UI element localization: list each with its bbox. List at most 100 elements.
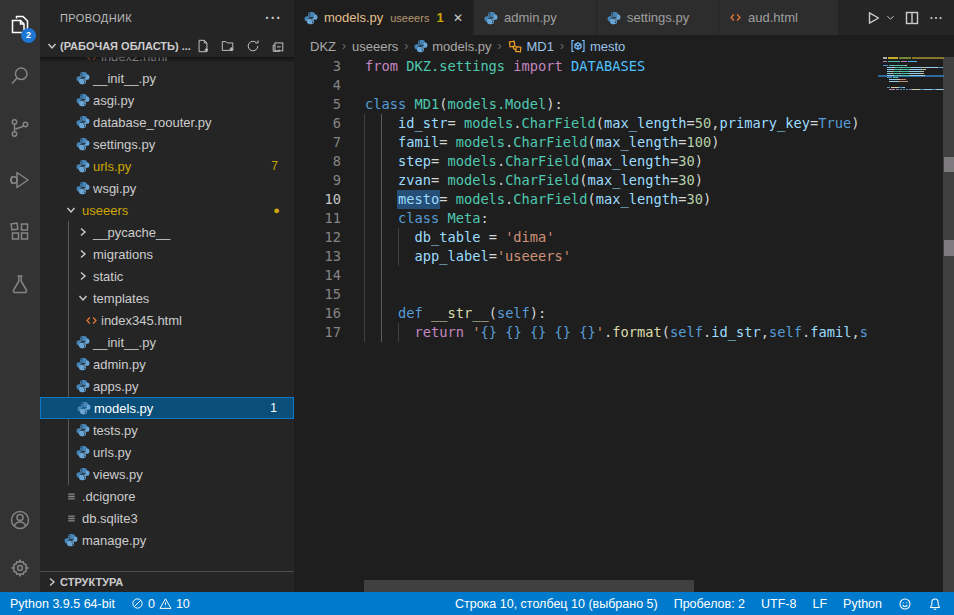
code-line-13: app_label='useeers'	[365, 247, 877, 266]
minimap[interactable]	[878, 57, 944, 592]
activitybar-testing-icon[interactable]	[0, 262, 40, 306]
tree-folder-static[interactable]: static	[40, 265, 294, 287]
run-dropdown-icon[interactable]	[885, 12, 896, 23]
code-token: (	[588, 191, 596, 207]
minimap-line	[899, 81, 908, 82]
editor-group: models.pyuseeers1✕admin.pysettings.py aud…	[294, 0, 954, 592]
activitybar-explorer-icon[interactable]: 2	[0, 2, 40, 46]
code-line-14	[365, 266, 877, 285]
tab-aud-html[interactable]: aud.html	[719, 0, 839, 35]
tree-file-manage-py[interactable]: manage.py	[40, 529, 294, 551]
activitybar-run-debug-icon[interactable]	[0, 158, 40, 202]
code-token: __str__	[431, 305, 489, 321]
more-actions-icon[interactable]: ···	[265, 10, 282, 26]
tree-item-label: asgi.py	[93, 93, 134, 108]
minimap-line	[888, 57, 898, 59]
tree-file-urls-py[interactable]: urls.py	[40, 441, 294, 463]
tree-file-index2-html[interactable]: index2.html	[40, 57, 294, 67]
tree-folder-templates[interactable]: templates	[40, 287, 294, 309]
minimap-line	[912, 57, 944, 59]
horizontal-scrollbar[interactable]	[364, 580, 694, 592]
activitybar-settings-gear-icon[interactable]	[0, 546, 40, 590]
tree-file--init-py[interactable]: __init__.py	[40, 67, 294, 89]
outline-section-header[interactable]: СТРУКТУРА	[40, 571, 294, 592]
code-token: return	[414, 324, 463, 340]
tree-file--init-py[interactable]: __init__.py	[40, 331, 294, 353]
status-problems[interactable]: 010	[123, 592, 198, 615]
activitybar-source-control-icon[interactable]	[0, 106, 40, 150]
collapse-all-icon[interactable]	[270, 38, 286, 54]
tree-item-label: wsgi.py	[93, 181, 136, 196]
code-token: ):	[546, 96, 562, 112]
split-editor-icon[interactable]	[904, 10, 920, 26]
status-language-mode[interactable]: Python	[835, 592, 890, 615]
code-token: )	[711, 134, 719, 150]
code-token: id_str	[711, 324, 760, 340]
status-cursor-position[interactable]: Строка 10, столбец 10 (выбрано 5)	[447, 592, 666, 615]
code-token: 30	[678, 153, 694, 169]
tree-file-settings-py[interactable]: settings.py	[40, 133, 294, 155]
tree-file-urls-py[interactable]: urls.py7	[40, 155, 294, 177]
code-token: (	[588, 134, 596, 150]
code-token: ,	[851, 324, 859, 340]
refresh-icon[interactable]	[245, 38, 261, 54]
activitybar-account-icon[interactable]	[0, 498, 40, 542]
status-encoding[interactable]: UTF-8	[753, 592, 804, 615]
tree-file-apps-py[interactable]: apps.py	[40, 375, 294, 397]
tree-file--dcignore[interactable]: .dcignore	[40, 485, 294, 507]
tree-file-wsgi-py[interactable]: wsgi.py	[40, 177, 294, 199]
vertical-scrollbar[interactable]	[943, 57, 954, 592]
code-token: =	[489, 248, 497, 264]
activitybar-extensions-icon[interactable]	[0, 210, 40, 254]
code-editor[interactable]: 3from DKZ.settings import DATABASES45cla…	[294, 57, 954, 592]
breadcrumb-dkz[interactable]: DKZ	[310, 39, 336, 54]
tree-item-label: database_roouter.py	[93, 115, 212, 130]
code-line-4	[365, 76, 877, 95]
tree-folder-useeers[interactable]: useeers●	[40, 199, 294, 221]
status-python-interpreter[interactable]: Python 3.9.5 64-bit	[2, 592, 123, 615]
code-token: primary_key	[719, 115, 810, 131]
tree-file-db-sqlite3[interactable]: db.sqlite3	[40, 507, 294, 529]
breadcrumb-mesto[interactable]: mesto	[570, 38, 625, 54]
breadcrumb-useeers[interactable]: useeers	[352, 39, 398, 54]
tab-models-py[interactable]: models.pyuseeers1✕	[294, 0, 474, 35]
tree-file-tests-py[interactable]: tests.py	[40, 419, 294, 441]
tree-folder-migrations[interactable]: migrations	[40, 243, 294, 265]
new-folder-icon[interactable]	[220, 38, 236, 54]
python-file-icon	[76, 397, 92, 419]
code-token	[365, 210, 398, 226]
tree-file-index345-html[interactable]: index345.html	[40, 309, 294, 331]
tab-settings-py[interactable]: settings.py	[597, 0, 719, 35]
tree-file-models-py[interactable]: models.py1	[40, 397, 294, 419]
new-file-icon[interactable]	[195, 38, 211, 54]
status-indentation[interactable]: Пробелов: 2	[666, 592, 753, 615]
activitybar-search-icon[interactable]	[0, 54, 40, 98]
status-eol[interactable]: LF	[804, 592, 835, 615]
code-token	[365, 229, 414, 245]
tree-folder--pycache-[interactable]: __pycache__	[40, 221, 294, 243]
breadcrumb-models-py[interactable]: models.py	[414, 39, 491, 54]
tree-file-database-roouter-py[interactable]: database_roouter.py	[40, 111, 294, 133]
code-token: 'useeers'	[497, 248, 571, 264]
minimap-line	[897, 89, 899, 90]
tree-file-asgi-py[interactable]: asgi.py	[40, 89, 294, 111]
code-token: (	[662, 324, 670, 340]
status-notifications[interactable]	[920, 592, 950, 615]
tab-admin-py[interactable]: admin.py	[474, 0, 597, 35]
tree-file-admin-py[interactable]: admin.py	[40, 353, 294, 375]
workspace-section-header[interactable]: (РАБОЧАЯ ОБЛАСТЬ) ...	[40, 35, 294, 57]
close-icon[interactable]: ✕	[445, 11, 463, 25]
breadcrumb-separator-icon: ›	[404, 39, 408, 53]
run-icon[interactable]	[865, 10, 881, 26]
tab-label: aud.html	[748, 10, 798, 25]
minimap-line	[911, 75, 921, 76]
python-icon	[414, 39, 428, 53]
code-token: id_str	[398, 115, 447, 131]
code-token: models	[447, 172, 496, 188]
breadcrumb-md1[interactable]: MD1	[508, 39, 554, 54]
tree-file-views-py[interactable]: views.py	[40, 463, 294, 485]
status-feedback[interactable]	[890, 592, 920, 615]
more-actions-icon[interactable]	[928, 10, 944, 26]
chevron-down-icon	[63, 199, 79, 221]
python-file-icon	[75, 441, 91, 463]
